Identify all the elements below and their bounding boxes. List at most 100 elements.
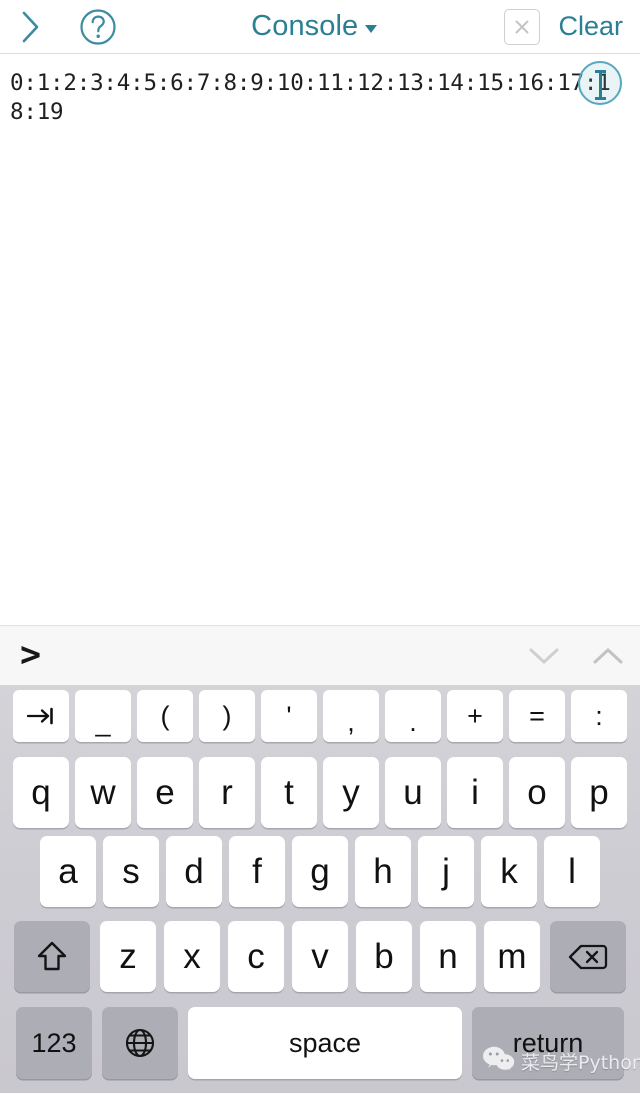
keyboard-accessory-bar: > [0, 625, 640, 685]
key-x[interactable]: x [164, 921, 220, 992]
tab-arrow-icon [26, 707, 56, 725]
keyboard-row-asdf: a s d f g h j k l [0, 834, 640, 919]
key-r[interactable]: r [199, 757, 255, 828]
close-x-icon [512, 17, 532, 37]
key-y[interactable]: y [323, 757, 379, 828]
key-a[interactable]: a [40, 836, 96, 907]
key-label: q [31, 772, 51, 812]
key-label: c [247, 936, 265, 976]
key-f[interactable]: f [229, 836, 285, 907]
key-label: . [409, 706, 417, 737]
key-label: n [438, 936, 458, 976]
key-shift[interactable] [14, 921, 90, 992]
key-backspace[interactable] [550, 921, 626, 992]
key-label: + [467, 700, 483, 731]
caret-down-icon [365, 24, 378, 33]
key-label: o [527, 772, 547, 812]
key-g[interactable]: g [292, 836, 348, 907]
key-comma[interactable]: , [323, 690, 379, 742]
key-language-switch[interactable] [102, 1007, 178, 1079]
key-n[interactable]: n [420, 921, 476, 992]
top-toolbar: Console Clear [0, 0, 640, 54]
key-d[interactable]: d [166, 836, 222, 907]
console-app-screen: Console Clear 0:1:2:3:4:5:6:7:8:9:10:11:… [0, 0, 640, 1093]
clear-button[interactable]: Clear [558, 11, 623, 42]
key-equals[interactable]: = [509, 690, 565, 742]
key-c[interactable]: c [228, 921, 284, 992]
key-paren-close[interactable]: ) [199, 690, 255, 742]
keyboard-symbol-row: _ ( ) ' , . + = : [0, 687, 640, 751]
key-label: v [311, 936, 329, 976]
keyboard-row-qwerty: q w e r t y u i o p [0, 751, 640, 834]
key-label: z [119, 936, 137, 976]
key-b[interactable]: b [356, 921, 412, 992]
key-p[interactable]: p [571, 757, 627, 828]
key-label: y [342, 772, 360, 812]
key-label: e [155, 772, 175, 812]
key-t[interactable]: t [261, 757, 317, 828]
history-previous-button[interactable] [512, 626, 576, 686]
key-j[interactable]: j [418, 836, 474, 907]
key-label: k [500, 851, 518, 891]
prompt-indicator: > [20, 635, 42, 675]
shift-arrow-icon [35, 939, 69, 975]
key-underscore[interactable]: _ [75, 690, 131, 742]
keyboard-row-function: 123 space return [0, 1005, 640, 1093]
key-label: a [58, 851, 78, 891]
key-v[interactable]: v [292, 921, 348, 992]
console-output-area[interactable]: 0:1:2:3:4:5:6:7:8:9:10:11:12:13:14:15:16… [0, 55, 640, 625]
key-label: t [284, 772, 294, 812]
close-button[interactable] [504, 8, 541, 45]
console-title-dropdown[interactable]: Console [124, 0, 504, 54]
key-label: h [373, 851, 393, 891]
page-title: Console [251, 10, 359, 42]
key-numeric-switch[interactable]: 123 [16, 1007, 92, 1079]
console-output-line: 0:1:2:3:4:5:6:7:8:9:10:11:12:13:14:15:16… [10, 70, 611, 125]
key-o[interactable]: o [509, 757, 565, 828]
globe-language-icon [123, 1026, 157, 1060]
key-q[interactable]: q [13, 757, 69, 828]
question-circle-icon [79, 8, 117, 46]
key-z[interactable]: z [100, 921, 156, 992]
key-label: u [403, 772, 423, 812]
key-w[interactable]: w [75, 757, 131, 828]
keyboard-row-zxcv: z x c v b n m [0, 919, 640, 1005]
key-l[interactable]: l [544, 836, 600, 907]
key-label: j [442, 851, 450, 891]
key-label: _ [95, 706, 111, 737]
key-label: space [288, 1027, 362, 1058]
key-label: r [221, 772, 233, 812]
key-label: 123 [31, 1027, 77, 1058]
key-label: i [471, 772, 479, 812]
key-label: ' [286, 700, 292, 731]
key-colon[interactable]: : [571, 690, 627, 742]
key-tab[interactable] [13, 690, 69, 742]
key-e[interactable]: e [137, 757, 193, 828]
key-paren-open[interactable]: ( [137, 690, 193, 742]
chevron-down-icon [527, 645, 561, 667]
chevron-up-icon [591, 645, 625, 667]
key-plus[interactable]: + [447, 690, 503, 742]
back-button[interactable] [0, 0, 62, 54]
key-label: d [184, 851, 204, 891]
key-period[interactable]: . [385, 690, 441, 742]
key-label: , [347, 706, 355, 737]
key-label: l [568, 851, 576, 891]
key-label: m [497, 936, 527, 976]
key-label: f [252, 851, 262, 891]
history-next-button[interactable] [576, 626, 640, 686]
key-label: x [183, 936, 201, 976]
key-apostrophe[interactable]: ' [261, 690, 317, 742]
key-i[interactable]: i [447, 757, 503, 828]
key-label: s [122, 851, 140, 891]
onscreen-keyboard: _ ( ) ' , . + = : q w e r t y u i o p a … [0, 685, 640, 1093]
key-label: b [374, 936, 394, 976]
key-m[interactable]: m [484, 921, 540, 992]
key-s[interactable]: s [103, 836, 159, 907]
key-h[interactable]: h [355, 836, 411, 907]
key-u[interactable]: u [385, 757, 441, 828]
key-return[interactable]: return [472, 1007, 624, 1079]
key-space[interactable]: space [188, 1007, 462, 1079]
key-k[interactable]: k [481, 836, 537, 907]
key-label: ( [160, 700, 170, 731]
